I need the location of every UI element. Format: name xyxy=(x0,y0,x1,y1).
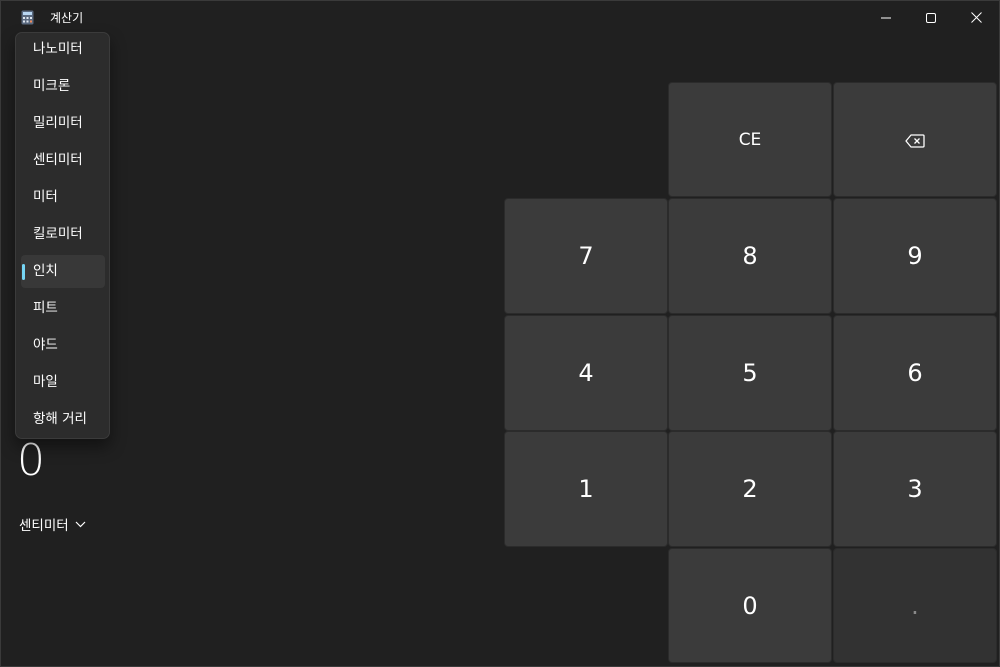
unit-option-label: 킬로미터 xyxy=(33,226,83,242)
digit-9-button[interactable]: 9 xyxy=(833,198,997,314)
unit-option-millimeter[interactable]: 밀리미터 xyxy=(21,107,105,140)
unit-option-nautical-mile[interactable]: 항해 거리 xyxy=(21,403,105,436)
digit-1-button[interactable]: 1 xyxy=(504,431,668,547)
digit-4-button[interactable]: 4 xyxy=(504,315,668,431)
unit-dropdown-label: 센티미터 xyxy=(19,518,69,534)
unit-option-meter[interactable]: 미터 xyxy=(21,181,105,214)
digit-2-button[interactable]: 2 xyxy=(668,431,832,547)
unit-option-label: 나노미터 xyxy=(33,41,83,57)
unit-option-yard[interactable]: 야드 xyxy=(21,329,105,362)
digit-7-button[interactable]: 7 xyxy=(504,198,668,314)
unit-option-centimeter[interactable]: 센티미터 xyxy=(21,144,105,177)
digit-6-button[interactable]: 6 xyxy=(833,315,997,431)
maximize-icon xyxy=(926,8,936,27)
unit-option-label: 야드 xyxy=(33,337,58,353)
unit-option-kilometer[interactable]: 킬로미터 xyxy=(21,218,105,251)
unit-menu: 나노미터 미크론 밀리미터 센티미터 미터 킬로미터 인치 피트 야드 마일 항… xyxy=(15,32,110,439)
calculator-icon xyxy=(21,10,34,25)
backspace-icon xyxy=(905,126,925,154)
title-bar: 계산기 xyxy=(1,1,999,33)
maximize-button[interactable] xyxy=(908,1,954,33)
close-button[interactable] xyxy=(953,1,999,33)
chevron-down-icon xyxy=(75,516,86,532)
unit-option-mile[interactable]: 마일 xyxy=(21,366,105,399)
unit-option-label: 미터 xyxy=(33,189,58,205)
digit-5-button[interactable]: 5 xyxy=(668,315,832,431)
unit-dropdown[interactable]: 센티미터 xyxy=(19,514,86,534)
backspace-button[interactable] xyxy=(833,82,997,197)
unit-option-label: 피트 xyxy=(33,300,58,316)
unit-option-label: 마일 xyxy=(33,374,58,390)
unit-option-inch[interactable]: 인치 xyxy=(21,255,105,288)
decimal-button[interactable]: . xyxy=(833,548,997,663)
input-value[interactable]: 0 xyxy=(17,435,45,487)
unit-option-label: 밀리미터 xyxy=(33,115,83,131)
unit-option-nanometer[interactable]: 나노미터 xyxy=(21,33,105,66)
digit-3-button[interactable]: 3 xyxy=(833,431,997,547)
window-title: 계산기 xyxy=(50,11,84,25)
digit-0-button[interactable]: 0 xyxy=(668,548,832,663)
unit-option-label: 센티미터 xyxy=(33,152,83,168)
unit-option-foot[interactable]: 피트 xyxy=(21,292,105,325)
calculator-window: 계산기 0 센티미터 CE 7 8 9 4 5 6 1 2 3 0 . 나노미터… xyxy=(0,0,1000,667)
unit-option-micron[interactable]: 미크론 xyxy=(21,70,105,103)
minimize-button[interactable] xyxy=(863,1,909,33)
close-icon xyxy=(970,8,982,27)
digit-8-button[interactable]: 8 xyxy=(668,198,832,314)
selection-indicator xyxy=(22,264,25,280)
minimize-icon xyxy=(881,8,891,27)
unit-option-label: 인치 xyxy=(33,263,58,279)
clear-entry-button[interactable]: CE xyxy=(668,82,832,197)
unit-option-label: 미크론 xyxy=(33,78,71,94)
unit-option-label: 항해 거리 xyxy=(33,411,87,427)
